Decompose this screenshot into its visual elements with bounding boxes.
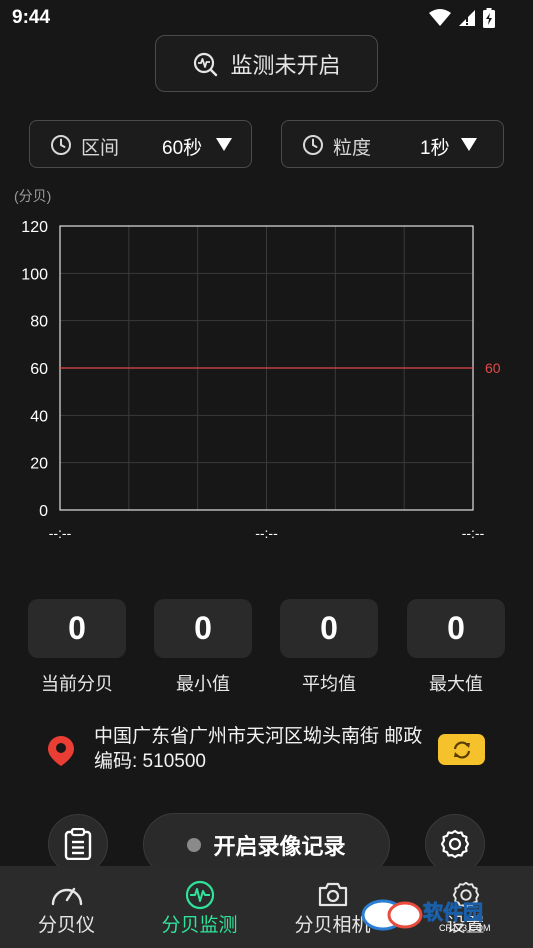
stat-max-label: 最大值 <box>429 674 483 694</box>
chart-y-tick-label: 40 <box>30 408 48 425</box>
chart-x-tick-label: --:-- <box>49 525 72 541</box>
stat-current-label: 当前分贝 <box>41 674 113 694</box>
wifi-icon <box>429 9 451 26</box>
chart-x-tick-label: --:-- <box>462 525 485 541</box>
chart-y-tick-label: 120 <box>21 219 48 236</box>
caret-down-icon <box>216 138 232 151</box>
location-pin-icon <box>48 736 74 766</box>
monitor-status-label: 监测未开启 <box>230 52 341 78</box>
watermark-text: 软件园 <box>423 900 483 924</box>
refresh-location-button[interactable] <box>438 734 485 765</box>
battery-icon <box>483 8 495 28</box>
granularity-selector[interactable]: 粒度 1秒 <box>281 120 504 168</box>
watermark-logo: 软件园 CR173.COM <box>361 899 491 933</box>
settings-button[interactable] <box>425 814 485 874</box>
interval-selector[interactable]: 区间 60秒 <box>29 120 252 168</box>
signal-icon <box>459 10 475 26</box>
chart-x-tick-label: --:-- <box>255 525 278 541</box>
clipboard-icon <box>64 828 92 860</box>
chart-y-unit-label: (分贝) <box>14 188 51 204</box>
clock-icon <box>51 135 71 155</box>
status-icons <box>429 8 495 28</box>
stat-max: 0 最大值 <box>407 599 505 696</box>
nav-decibel-meter-label: 分贝仪 <box>37 915 95 936</box>
nav-decibel-monitor[interactable]: 分贝监测 <box>133 866 266 948</box>
monitor-search-icon <box>194 52 218 76</box>
chart-y-tick-label: 100 <box>21 266 48 283</box>
activity-icon <box>185 880 214 910</box>
interval-label: 区间 <box>81 138 120 159</box>
granularity-label: 粒度 <box>333 138 372 159</box>
stat-current-value: 0 <box>28 599 126 658</box>
records-list-button[interactable] <box>48 814 108 874</box>
stat-max-value: 0 <box>407 599 505 658</box>
chart-reference-label: 60 <box>485 360 501 376</box>
chart-y-tick-label: 60 <box>30 361 48 378</box>
status-time: 9:44 <box>12 7 51 28</box>
camera-icon <box>318 882 347 907</box>
chart-svg: (分贝) 0 20 40 60 80 100 120 60 --:-- --:-- --:-- <box>14 188 501 541</box>
watermark-subtext: CR173.COM <box>439 923 491 933</box>
start-recording-label: 开启录像记录 <box>213 833 346 859</box>
stat-min: 0 最小值 <box>154 599 252 696</box>
nav-decibel-monitor-label: 分贝监测 <box>161 915 238 936</box>
clock-icon <box>303 135 323 155</box>
chart-y-tick-label: 80 <box>30 314 48 331</box>
interval-value: 60秒 <box>162 138 203 159</box>
status-bar: 9:44 <box>0 0 533 36</box>
decibel-chart: (分贝) 0 20 40 60 80 100 120 60 --:-- --:-- --:-- <box>0 180 533 550</box>
monitor-toggle-button[interactable]: 监测未开启 <box>155 35 378 92</box>
stat-min-label: 最小值 <box>176 674 230 694</box>
nav-decibel-meter[interactable]: 分贝仪 <box>0 866 133 948</box>
stat-min-value: 0 <box>154 599 252 658</box>
speedometer-icon <box>51 887 82 906</box>
location-address: 中国广东省广州市天河区坳头南街 邮政编码: 510500 <box>94 726 423 772</box>
stat-avg: 0 平均值 <box>280 599 378 696</box>
chart-y-tick-label: 0 <box>39 503 48 520</box>
stat-current: 0 当前分贝 <box>28 599 126 696</box>
stat-avg-value: 0 <box>280 599 378 658</box>
caret-down-icon <box>461 138 477 151</box>
refresh-icon <box>453 740 470 759</box>
stat-avg-label: 平均值 <box>302 674 356 694</box>
granularity-value: 1秒 <box>420 138 450 159</box>
chart-y-tick-label: 20 <box>30 456 48 473</box>
record-dot-icon <box>187 837 202 852</box>
gear-icon <box>440 829 470 859</box>
